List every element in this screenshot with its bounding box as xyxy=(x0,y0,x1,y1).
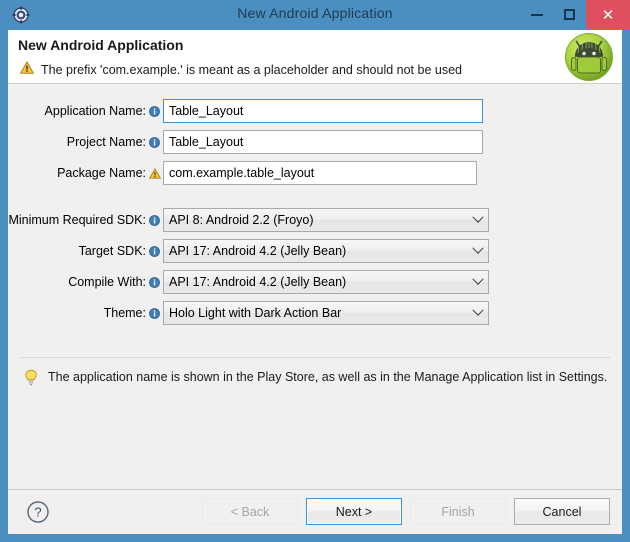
info-icon[interactable] xyxy=(146,215,163,226)
footer-button-group: < Back Next > Finish Cancel xyxy=(202,498,610,525)
android-robot-icon xyxy=(564,32,614,82)
next-button[interactable]: Next > xyxy=(306,498,402,525)
field-row-project-name: Project Name: xyxy=(8,129,622,155)
svg-text:?: ? xyxy=(34,505,41,520)
info-icon[interactable] xyxy=(146,246,163,257)
info-icon[interactable] xyxy=(146,277,163,288)
info-icon[interactable] xyxy=(146,308,163,319)
window-controls: ✕ xyxy=(520,0,630,29)
label-target-sdk: Target SDK: xyxy=(8,244,146,258)
close-icon: ✕ xyxy=(602,6,615,24)
label-theme: Theme: xyxy=(8,306,146,320)
info-icon[interactable] xyxy=(146,137,163,148)
field-row-theme: Theme: Holo Light with Dark Action Bar xyxy=(8,300,622,326)
header-warning-row: The prefix 'com.example.' is meant as a … xyxy=(20,61,462,79)
compile-with-select[interactable]: API 17: Android 4.2 (Jelly Bean) xyxy=(163,270,489,294)
info-icon[interactable] xyxy=(146,106,163,117)
theme-select[interactable]: Holo Light with Dark Action Bar xyxy=(163,301,489,325)
dialog-frame: New Android Application The prefix 'com.… xyxy=(8,30,622,534)
minimum-required-sdk-select[interactable]: API 8: Android 2.2 (Froyo) xyxy=(163,208,489,232)
chevron-down-icon xyxy=(468,247,488,255)
lightbulb-icon xyxy=(24,369,38,391)
minimum-required-sdk-value: API 8: Android 2.2 (Froyo) xyxy=(164,213,468,227)
package-name-input[interactable] xyxy=(163,161,477,185)
application-name-input[interactable] xyxy=(163,99,483,123)
title-bar: New Android Application ✕ xyxy=(0,0,630,30)
maximize-button[interactable] xyxy=(553,0,586,29)
chevron-down-icon xyxy=(468,216,488,224)
theme-value: Holo Light with Dark Action Bar xyxy=(164,306,468,320)
dialog-header: New Android Application The prefix 'com.… xyxy=(8,30,622,84)
project-name-input[interactable] xyxy=(163,130,483,154)
target-sdk-value: API 17: Android 4.2 (Jelly Bean) xyxy=(164,244,468,258)
field-row-minimum-required-sdk: Minimum Required SDK: API 8: Android 2.2… xyxy=(8,207,622,233)
compile-with-value: API 17: Android 4.2 (Jelly Bean) xyxy=(164,275,468,289)
label-application-name: Application Name: xyxy=(8,104,146,118)
new-android-application-dialog: New Android Application ✕ New Android Ap… xyxy=(0,0,630,542)
minimize-icon xyxy=(531,14,543,16)
maximize-icon xyxy=(564,9,575,20)
hint-separator xyxy=(20,357,610,358)
help-button[interactable]: ? xyxy=(26,500,50,524)
chevron-down-icon xyxy=(468,278,488,286)
target-sdk-select[interactable]: API 17: Android 4.2 (Jelly Bean) xyxy=(163,239,489,263)
field-row-compile-with: Compile With: API 17: Android 4.2 (Jelly… xyxy=(8,269,622,295)
minimize-button[interactable] xyxy=(520,0,553,29)
label-project-name: Project Name: xyxy=(8,135,146,149)
warning-triangle-icon xyxy=(20,61,34,79)
label-minimum-required-sdk: Minimum Required SDK: xyxy=(8,213,146,227)
label-package-name: Package Name: xyxy=(8,166,146,180)
label-compile-with: Compile With: xyxy=(8,275,146,289)
header-warning-text: The prefix 'com.example.' is meant as a … xyxy=(41,63,462,77)
page-title: New Android Application xyxy=(18,37,183,53)
back-button[interactable]: < Back xyxy=(202,498,298,525)
application-form: Application Name: Project Name: xyxy=(8,98,622,331)
cancel-button[interactable]: Cancel xyxy=(514,498,610,525)
hint-text: The application name is shown in the Pla… xyxy=(48,369,607,385)
dialog-footer: ? < Back Next > Finish Cancel xyxy=(8,490,622,534)
dialog-body: Application Name: Project Name: xyxy=(8,84,622,489)
close-button[interactable]: ✕ xyxy=(586,0,630,29)
field-row-application-name: Application Name: xyxy=(8,98,622,124)
chevron-down-icon xyxy=(468,309,488,317)
finish-button[interactable]: Finish xyxy=(410,498,506,525)
hint-row: The application name is shown in the Pla… xyxy=(24,369,607,391)
field-row-target-sdk: Target SDK: API 17: Android 4.2 (Jelly B… xyxy=(8,238,622,264)
field-row-package-name: Package Name: xyxy=(8,160,622,186)
warning-icon[interactable] xyxy=(146,168,163,179)
